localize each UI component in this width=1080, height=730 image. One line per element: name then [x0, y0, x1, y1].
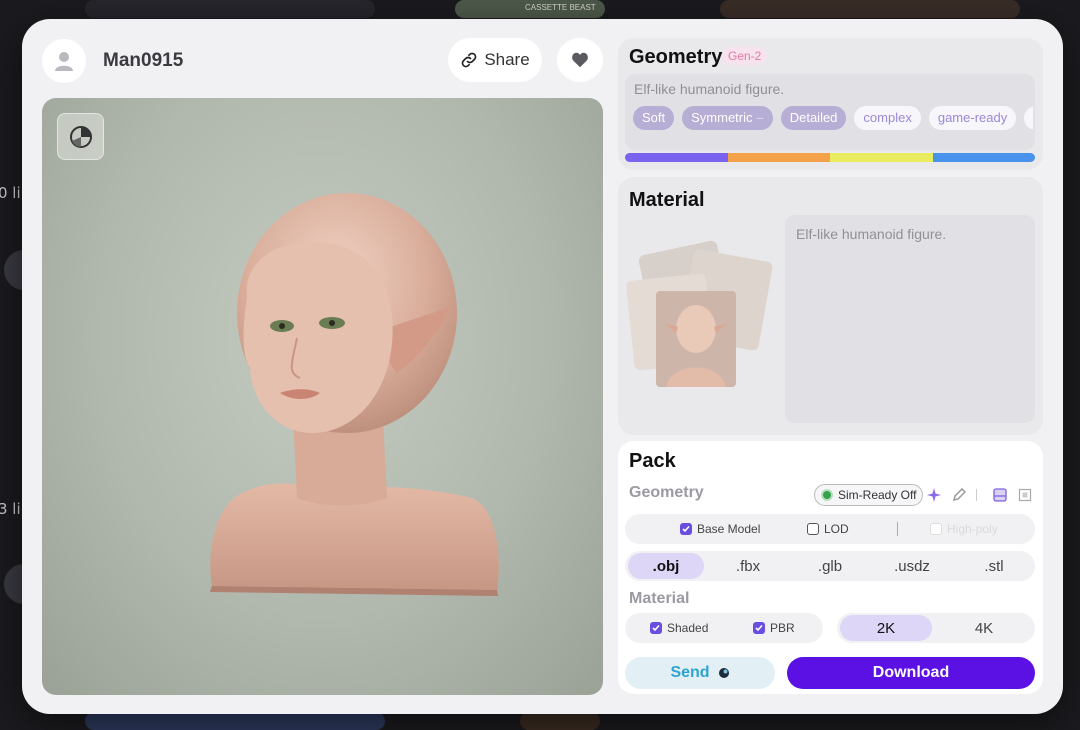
- format-option-obj[interactable]: .obj: [628, 553, 704, 579]
- sparkle-icon[interactable]: [924, 485, 944, 505]
- pack-geometry-label: Geometry: [629, 484, 704, 501]
- link-icon: [461, 52, 477, 68]
- generation-badge: Gen-2: [722, 47, 768, 65]
- base-model-checkbox[interactable]: Base Model: [680, 514, 760, 544]
- format-option-fbx[interactable]: .fbx: [710, 553, 786, 579]
- bg-tile: [520, 712, 600, 730]
- pencil-icon[interactable]: [949, 485, 969, 505]
- format-option-usdz[interactable]: .usdz: [874, 553, 950, 579]
- send-button[interactable]: Send: [625, 657, 775, 689]
- format-option-stl[interactable]: .stl: [956, 553, 1032, 579]
- resolution-option-4k[interactable]: 4K: [938, 615, 1030, 641]
- tag-chip[interactable]: Detailed: [780, 106, 847, 130]
- bg-tile: [85, 0, 375, 18]
- color-palette-bar: [625, 153, 1035, 162]
- pie-render-icon: [69, 125, 92, 148]
- send-app-icon: [718, 668, 729, 678]
- sim-ready-status-icon: [821, 489, 833, 501]
- tag-label: Symmetric: [691, 110, 753, 125]
- tag-label: game-ready: [937, 110, 1008, 125]
- tag-chip[interactable]: Symmetric ⏤: [682, 106, 773, 130]
- material-panel: Material Elf-like humanoid figure.: [618, 177, 1043, 435]
- geometry-prompt-box[interactable]: Elf-like humanoid figure. Soft Symmetric…: [625, 74, 1035, 150]
- tag-label: complex: [863, 110, 912, 125]
- pbr-label: PBR: [770, 621, 795, 635]
- elf-model-render: [210, 193, 499, 596]
- tag-chip[interactable]: game-ready: [928, 106, 1017, 130]
- avatar[interactable]: [42, 39, 86, 83]
- bg-tile: CASSETTE BEAST: [455, 0, 605, 18]
- model-detail-dialog: Man0915 Share Geometry Gen-2 Elf-like hu…: [22, 19, 1063, 714]
- resolution-option-2k[interactable]: 2K: [840, 615, 932, 641]
- sim-ready-label: Sim-Ready Off: [838, 488, 917, 502]
- check-icon: [650, 622, 662, 634]
- user-icon: [55, 52, 73, 71]
- pack-material-label: Material: [629, 590, 690, 607]
- tag-chip[interactable]: complex: [854, 106, 921, 130]
- check-icon: [680, 523, 692, 535]
- render-mode-button[interactable]: [57, 113, 104, 160]
- palette-swatch: [625, 153, 728, 162]
- palette-swatch: [932, 153, 1035, 162]
- bg-tile: [720, 0, 1020, 18]
- tag-chip[interactable]: Soft: [633, 106, 675, 130]
- geometry-prompt-text: Elf-like humanoid figure.: [634, 81, 785, 97]
- tag-label: Soft: [642, 110, 666, 125]
- author-row: Man0915: [42, 39, 183, 83]
- disabled-option-label: High-poly: [947, 522, 998, 536]
- format-option-glb[interactable]: .glb: [792, 553, 868, 579]
- pbr-checkbox[interactable]: PBR: [753, 613, 795, 643]
- share-button[interactable]: Share: [448, 38, 542, 82]
- tag-dropdown-icon: ⏤: [756, 113, 764, 123]
- model-viewer[interactable]: [42, 98, 603, 695]
- lod-checkbox[interactable]: LOD: [807, 514, 849, 544]
- uv-layout-icon[interactable]: [990, 485, 1010, 505]
- disabled-option: High-poly: [930, 514, 998, 544]
- mesh-icon[interactable]: [1015, 485, 1035, 505]
- author-name[interactable]: Man0915: [103, 50, 183, 72]
- material-options-row: Shaded PBR: [625, 613, 823, 643]
- geometry-panel: Geometry Gen-2 Elf-like humanoid figure.…: [618, 38, 1043, 170]
- resolution-selector: 2K 4K: [837, 613, 1035, 643]
- sim-ready-toggle[interactable]: Sim-Ready Off: [814, 484, 924, 506]
- send-label: Send: [670, 664, 710, 681]
- material-title: Material: [629, 189, 705, 211]
- bg-tile-text: CASSETTE BEAST: [525, 3, 596, 12]
- material-prompt-box[interactable]: Elf-like humanoid figure.: [785, 215, 1035, 423]
- shaded-checkbox[interactable]: Shaded: [650, 613, 708, 643]
- base-model-label: Base Model: [697, 522, 761, 536]
- disabled-checkbox-icon: [930, 523, 942, 535]
- format-selector: .obj .fbx .glb .usdz .stl: [625, 551, 1035, 581]
- bg-tile: [85, 712, 385, 730]
- tag-label: Detailed: [789, 110, 838, 125]
- shaded-label: Shaded: [667, 621, 709, 635]
- check-icon: [753, 622, 765, 634]
- download-button[interactable]: Download: [787, 657, 1035, 689]
- geometry-title: Geometry: [629, 46, 723, 68]
- lod-label: LOD: [824, 522, 849, 536]
- toolbar-divider: [976, 489, 977, 501]
- pack-panel: Pack Geometry Sim-Ready Off Base Model L…: [618, 441, 1043, 694]
- favorite-button[interactable]: [557, 38, 603, 82]
- heart-icon: [572, 52, 588, 68]
- palette-swatch: [830, 153, 933, 162]
- share-label: Share: [484, 50, 530, 69]
- tag-list: Soft Symmetric ⏤ Detailed complex game-re…: [633, 106, 1033, 132]
- unchecked-box-icon: [807, 523, 819, 535]
- pack-title: Pack: [629, 450, 676, 472]
- geometry-options-row: Base Model LOD High-poly: [625, 514, 1035, 544]
- tag-chip[interactable]: character: [1024, 106, 1033, 130]
- material-prompt-text: Elf-like humanoid figure.: [796, 226, 947, 242]
- options-divider: [897, 522, 898, 536]
- material-reference-thumbnails[interactable]: [626, 241, 776, 391]
- palette-swatch: [727, 153, 830, 162]
